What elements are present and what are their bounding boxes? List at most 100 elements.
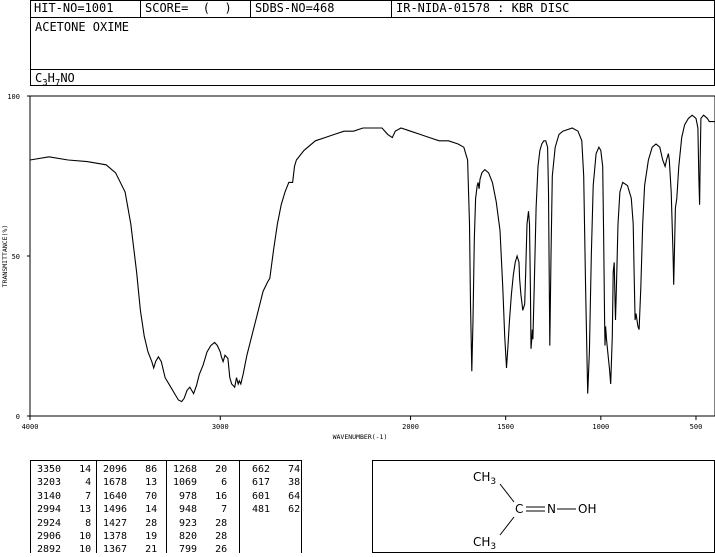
peak-transmittance: 28 (127, 517, 158, 529)
peak-transmittance: 16 (197, 490, 228, 502)
methyl-top: CH3 (473, 470, 496, 487)
carbon-atom: C (515, 502, 523, 516)
peak-transmittance: 13 (127, 477, 158, 489)
peak-transmittance: 38 (270, 477, 301, 489)
y-tick-label: 50 (12, 253, 20, 261)
peak-transmittance: 6 (197, 477, 228, 489)
peak-wavenumber: 3140 (37, 490, 62, 502)
x-tick-label: 3000 (212, 423, 229, 431)
peak-wavenumber: 617 (246, 477, 271, 489)
peak-wavenumber: 923 (173, 517, 198, 529)
peak-wavenumber: 1640 (103, 490, 128, 502)
peak-column-separator (166, 461, 167, 553)
peak-transmittance: 14 (127, 504, 158, 516)
peak-wavenumber: 2924 (37, 517, 62, 529)
peak-wavenumber: 948 (173, 504, 198, 516)
peak-wavenumber: 481 (246, 504, 271, 516)
peak-wavenumber: 3350 (37, 464, 62, 475)
methyl-bottom: CH3 (473, 535, 496, 552)
y-axis-label: TRANSMITTANCE(%) (1, 225, 9, 288)
peak-transmittance: 21 (127, 544, 158, 556)
nitrogen-atom: N (547, 502, 556, 516)
peak-transmittance: 20 (197, 464, 228, 475)
x-tick-label: 1500 (497, 423, 514, 431)
peak-transmittance: 70 (127, 490, 158, 502)
peak-row: 617 38 (246, 476, 300, 489)
peak-transmittance: 26 (197, 544, 228, 556)
peak-transmittance: 28 (197, 531, 228, 543)
peak-table: 3350 14 3203 4 3140 7 2994 13 2924 8 2906 10 2… (30, 460, 302, 555)
peak-transmittance: 10 (61, 531, 92, 543)
structure-panel: CH3 C N OH CH3 (372, 460, 715, 553)
peak-wavenumber: 1268 (173, 464, 198, 475)
peak-row: 1640 70 (103, 490, 157, 503)
peak-wavenumber: 2906 (37, 531, 62, 543)
x-tick-label: 4000 (22, 423, 39, 431)
peak-row: 3140 7 (37, 490, 91, 503)
peak-row: 948 7 (173, 503, 227, 516)
peak-row: 820 28 (173, 530, 227, 543)
peak-transmittance: 14 (61, 464, 92, 475)
x-tick-label: 1000 (592, 423, 609, 431)
peak-wavenumber: 2096 (103, 464, 128, 475)
peak-column: 1268 20 1069 6 978 16 948 7 923 28 820 28… (173, 463, 227, 557)
peak-column: 662 74 617 38 601 64 481 62 (246, 463, 300, 517)
peak-wavenumber: 1496 (103, 504, 128, 516)
axis-ticks: 4000 3000 2000 1500 1000 500 0 50 100 (7, 93, 702, 431)
peak-row: 1069 6 (173, 476, 227, 489)
peak-transmittance: 13 (61, 504, 92, 516)
peak-wavenumber: 601 (246, 490, 271, 502)
spectrum-line (29, 114, 715, 403)
peak-row: 799 26 (173, 543, 227, 556)
peak-wavenumber: 2892 (37, 544, 62, 556)
ir-spectrum-chart: 4000 3000 2000 1500 1000 500 0 50 100 WAVENUMBER… (1, 93, 715, 441)
peak-row: 1678 13 (103, 476, 157, 489)
peak-transmittance: 19 (127, 531, 158, 543)
peak-column: 3350 14 3203 4 3140 7 2994 13 2924 8 2906 10 2… (37, 463, 91, 557)
peak-transmittance: 64 (270, 490, 301, 502)
peak-transmittance: 86 (127, 464, 158, 475)
peak-row: 1268 20 (173, 463, 227, 476)
peak-transmittance: 62 (270, 504, 301, 516)
peak-column-separator (96, 461, 97, 553)
peak-row: 1367 21 (103, 543, 157, 556)
peak-wavenumber: 1678 (103, 477, 128, 489)
peak-transmittance: 7 (61, 490, 92, 502)
peak-column-separator (239, 461, 240, 553)
peak-transmittance: 8 (61, 517, 92, 529)
x-tick-label: 500 (690, 423, 703, 431)
peak-transmittance: 74 (270, 464, 301, 475)
peak-row: 3350 14 (37, 463, 91, 476)
peak-wavenumber: 978 (173, 490, 198, 502)
peak-wavenumber: 820 (173, 531, 198, 543)
hydroxyl-group: OH (578, 502, 596, 516)
peak-row: 2892 10 (37, 543, 91, 556)
peak-transmittance: 28 (197, 517, 228, 529)
peak-transmittance: 4 (61, 477, 92, 489)
peak-row: 978 16 (173, 490, 227, 503)
peak-wavenumber: 1367 (103, 544, 128, 556)
peak-row: 662 74 (246, 463, 300, 476)
peak-row: 1427 28 (103, 517, 157, 530)
peak-wavenumber: 1427 (103, 517, 128, 529)
peak-row: 1378 19 (103, 530, 157, 543)
peak-row: 2906 10 (37, 530, 91, 543)
peak-row: 2924 8 (37, 517, 91, 530)
peak-transmittance: 7 (197, 504, 228, 516)
y-tick-label: 100 (7, 93, 20, 101)
peak-wavenumber: 799 (173, 544, 198, 556)
peak-column: 2096 86 1678 13 1640 70 1496 14 1427 28 1378 … (103, 463, 157, 557)
y-tick-label: 0 (16, 413, 20, 421)
plot-frame (29, 95, 715, 417)
peak-transmittance: 10 (61, 544, 92, 556)
peak-row: 2994 13 (37, 503, 91, 516)
structure-diagram: CH3 C N OH CH3 (473, 470, 596, 552)
bond-top (499, 483, 515, 503)
x-axis-label: WAVENUMBER(-1) (333, 433, 388, 441)
peak-row: 923 28 (173, 517, 227, 530)
peak-row: 1496 14 (103, 503, 157, 516)
peak-row: 2096 86 (103, 463, 157, 476)
peak-row: 3203 4 (37, 476, 91, 489)
peak-wavenumber: 2994 (37, 504, 62, 516)
peak-wavenumber: 662 (246, 464, 271, 475)
